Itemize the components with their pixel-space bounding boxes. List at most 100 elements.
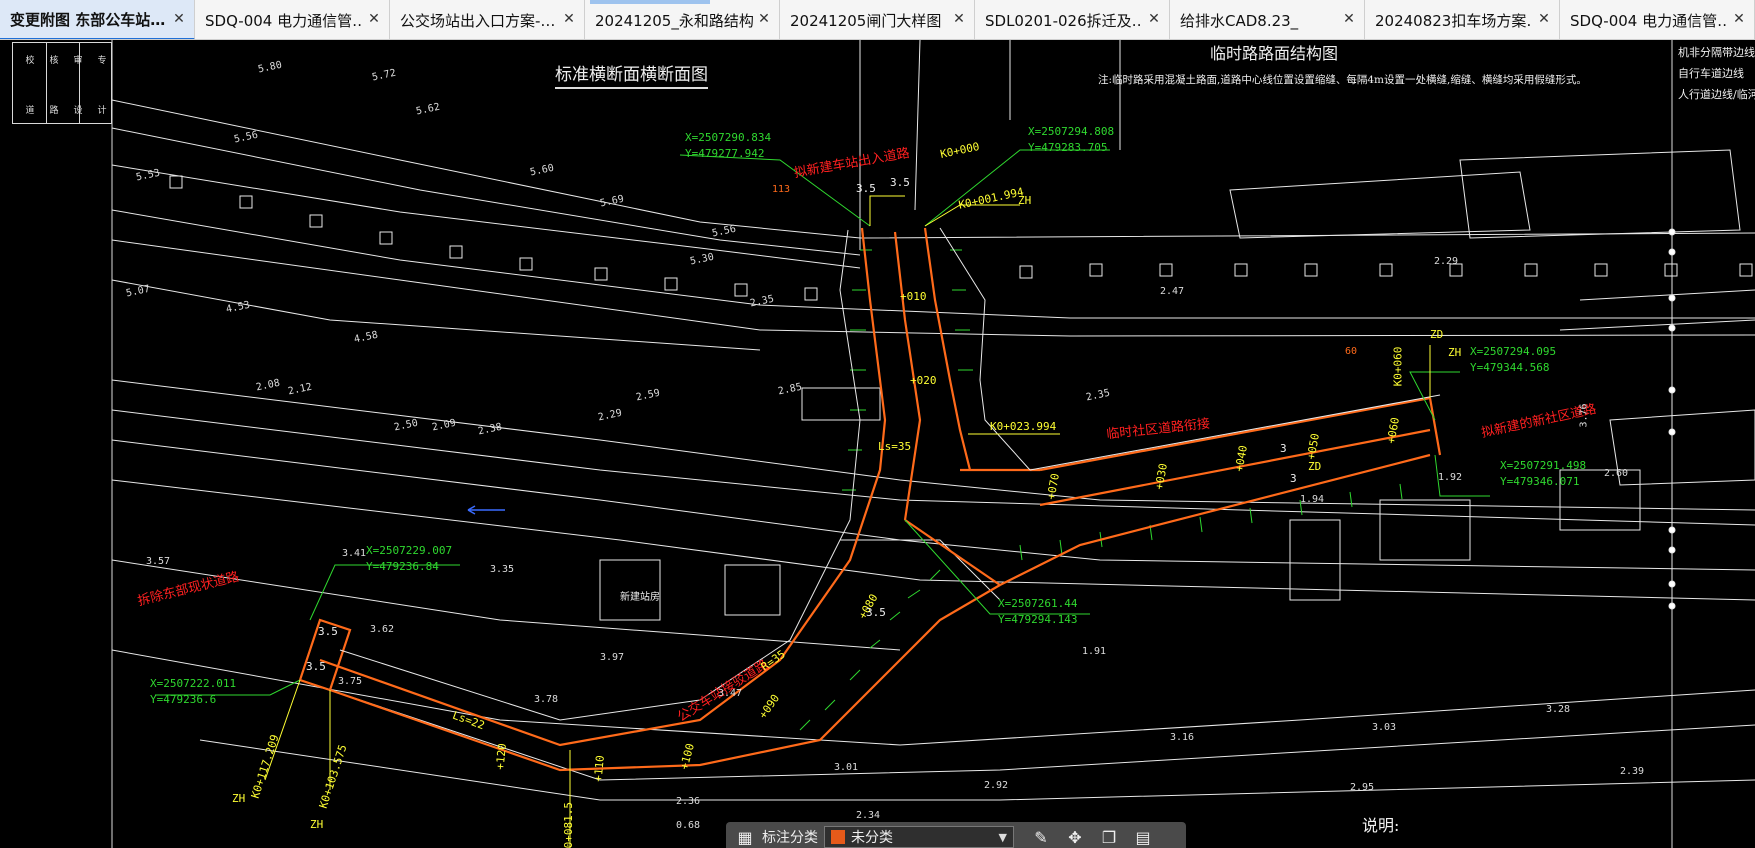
coord-label: X=2507294.808 Y=479283.705 — [1028, 125, 1115, 154]
tab-label: 20241205闸门大样图 — [790, 11, 942, 30]
station-label: ZH — [1448, 346, 1462, 359]
coord-label: X=2507222.011 Y=479236.6 — [150, 677, 237, 706]
road-edge-lines — [339, 227, 1441, 721]
annotation-category-select[interactable]: 未分类 ▼ — [824, 826, 1014, 848]
move-icon[interactable]: ✥ — [1062, 826, 1088, 848]
close-icon[interactable]: ✕ — [951, 11, 967, 27]
tab-4[interactable]: 20241205闸门大样图 ✕ — [780, 0, 975, 39]
elevation-label: 0.68 — [676, 820, 701, 831]
building-label: 新建站房 — [620, 592, 660, 603]
tab-3[interactable]: 20241205_永和路结构… ✕ — [585, 0, 780, 39]
elevation-label: 3.78 — [534, 694, 559, 705]
elevation-label: 3.35 — [490, 564, 515, 575]
dimension-label: 3.5 — [856, 182, 876, 195]
elevation-label: 2.39 — [1620, 766, 1645, 777]
elevation-label: 3.57 — [146, 556, 171, 567]
coord-label: X=2507261.44 Y=479294.143 — [998, 597, 1078, 626]
title-block-char: 核 — [49, 56, 59, 66]
elevation-label: 3.97 — [600, 652, 625, 663]
elevation-label: 2.95 — [1350, 782, 1375, 793]
elevation-label: 1.91 — [1082, 646, 1107, 657]
title-block-char: 校 — [25, 56, 35, 66]
tab-label: 20241205_永和路结构… — [595, 11, 753, 30]
tab-0[interactable]: 变更附图 东部公车站… ✕ — [0, 0, 195, 39]
elevation-label: 2.29 — [1434, 256, 1459, 267]
close-icon[interactable]: ✕ — [1341, 11, 1357, 27]
close-icon[interactable]: ✕ — [561, 11, 577, 27]
right-boundary-line — [1668, 228, 1676, 610]
tab-7[interactable]: 20240823扣车场方案… ✕ — [1365, 0, 1560, 39]
tab-label: 20240823扣车场方案… — [1375, 11, 1533, 30]
annotation-toolbar: ▦ 标注分类 未分类 ▼ ✎ ✥ ❐ ▤ — [726, 822, 1186, 848]
tab-label: SDQ-004 电力通信管… — [1570, 11, 1728, 30]
dimension-label: 113 — [772, 184, 791, 195]
dimension-label: 3 — [1280, 442, 1287, 455]
drawing-canvas[interactable]: 标准横断面横断面图 临时路路面结构图 注:临时路采用混凝土路面,道路中心线位置设… — [0, 40, 1755, 848]
document-tab-bar: 变更附图 东部公车站… ✕ SDQ-004 电力通信管… ✕ 公交场站出入口方案-…… — [0, 0, 1755, 40]
title-block-divider — [46, 43, 47, 123]
elevation-label: 3.41 — [342, 548, 367, 559]
annotation-tools: ✎ ✥ ❐ ▤ — [1028, 826, 1156, 848]
tab-8[interactable]: SDQ-004 电力通信管… ✕ — [1560, 0, 1755, 39]
tab-scroll-indicator — [590, 0, 710, 4]
station-label: ZD — [1430, 328, 1444, 341]
elevation-label: 3.47 — [718, 688, 743, 699]
annotation-category-icon[interactable]: ▦ — [732, 826, 758, 848]
close-icon[interactable]: ✕ — [366, 11, 382, 27]
title-block-char: 设 — [73, 106, 83, 116]
drawing-title-left: 标准横断面横断面图 — [555, 60, 708, 89]
elevation-label: 3.03 — [1372, 722, 1397, 733]
slope-hatching — [799, 249, 1403, 731]
tab-label: 给排水CAD8.23_ — [1180, 11, 1299, 30]
tab-label: 公交场站出入口方案-… — [400, 11, 556, 30]
tab-1[interactable]: SDQ-004 电力通信管… ✕ — [195, 0, 390, 39]
title-block-char: 专 — [97, 56, 107, 66]
edit-icon[interactable]: ✎ — [1028, 826, 1054, 848]
station-label: K0+060 — [1391, 346, 1405, 387]
elevation-label: 2.47 — [1160, 286, 1185, 297]
line-legend: 机非分隔带边线 自行车道边线 人行道边线/临河景观线 — [1672, 42, 1755, 118]
station-label: ZH — [1018, 194, 1032, 207]
category-selected-value: 未分类 — [851, 830, 893, 846]
elevation-label: 1.94 — [1300, 494, 1325, 505]
category-color-swatch — [831, 830, 845, 844]
close-icon[interactable]: ✕ — [1146, 11, 1162, 27]
title-block-char: 道 — [25, 106, 35, 116]
tab-5[interactable]: SDL0201-026拆迁及… ✕ — [975, 0, 1170, 39]
tab-2[interactable]: 公交场站出入口方案-… ✕ — [390, 0, 585, 39]
tab-6[interactable]: 给排水CAD8.23_ ✕ — [1170, 0, 1365, 39]
coord-label: X=2507290.834 Y=479277.942 — [685, 131, 772, 160]
station-label: K0+023.994 — [990, 420, 1057, 433]
direction-arrow — [467, 505, 505, 515]
elevation-label: 3.28 — [1546, 704, 1571, 715]
dimension-label: 3.5 — [890, 176, 910, 189]
close-icon[interactable]: ✕ — [171, 11, 187, 27]
station-label: +010 — [900, 290, 927, 303]
dimension-label: 60 — [1345, 346, 1358, 357]
title-block-char: 审 — [73, 56, 83, 66]
title-block-char: 计 — [97, 106, 107, 116]
tab-label: 变更附图 东部公车站… — [10, 10, 166, 29]
dimension-label: 3 — [1290, 472, 1297, 485]
title-block-char: 路 — [49, 106, 59, 116]
elevation-label: 3.16 — [1170, 732, 1195, 743]
cad-app: 变更附图 东部公车站… ✕ SDQ-004 电力通信管… ✕ 公交场站出入口方案-…… — [0, 0, 1755, 848]
copy-icon[interactable]: ❐ — [1096, 826, 1122, 848]
station-label: ZD — [1308, 460, 1322, 473]
dimension-label: 3.5 — [306, 660, 326, 673]
close-icon[interactable]: ✕ — [1731, 11, 1747, 27]
station-label: +120 — [493, 742, 509, 771]
legend-item: 机非分隔带边线 — [1678, 46, 1755, 59]
close-icon[interactable]: ✕ — [756, 11, 772, 27]
station-label: K0+081.5 — [561, 802, 575, 848]
elevation-label: 2.36 — [676, 796, 701, 807]
station-label: +110 — [591, 754, 607, 783]
paste-icon[interactable]: ▤ — [1130, 826, 1156, 848]
close-icon[interactable]: ✕ — [1536, 11, 1552, 27]
station-leaders — [264, 195, 1431, 848]
drawing-title-right: 临时路路面结构图 — [1210, 44, 1339, 63]
coord-label: X=2507294.095 Y=479344.568 — [1470, 345, 1557, 374]
notes-heading: 说明: — [1362, 816, 1400, 835]
elevation-label: 3.76 — [1578, 403, 1590, 428]
elevation-label: 3.75 — [338, 676, 363, 687]
